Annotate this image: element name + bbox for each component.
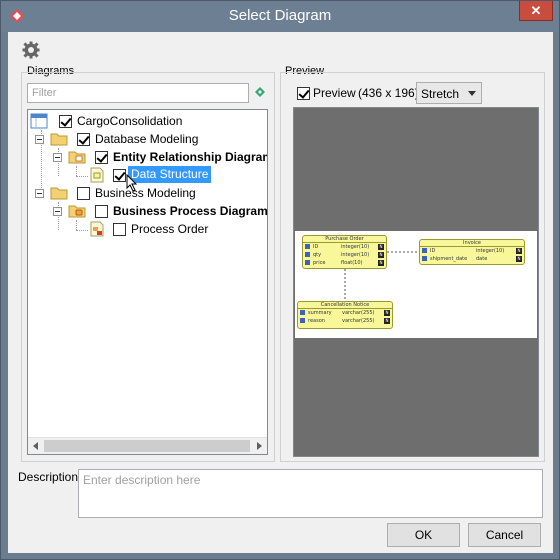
preview-area: Purchase Order ID integer(10) N qty integer… [293, 107, 539, 457]
scrollbar-thumb[interactable] [44, 440, 250, 452]
selection-highlight: Data Structure [128, 166, 212, 183]
collapse-toggle[interactable] [35, 189, 44, 198]
entity-cancellation-notice: Cancellation Notice summary varchar(255) N… [297, 301, 393, 329]
tree-item-erd-folder[interactable]: Entity Relationship Diagram [30, 148, 268, 166]
entity-name: Invoice [420, 240, 524, 247]
collapse-toggle[interactable] [53, 153, 62, 162]
entity-column: shipment_date date N [420, 255, 524, 263]
entity-column: ID integer(10) N [420, 247, 524, 255]
bpd-diagram-icon [90, 221, 104, 237]
not-null-icon: N [384, 310, 390, 316]
close-button[interactable]: ✕ [519, 1, 553, 21]
scroll-left-icon[interactable] [33, 442, 38, 450]
tree-item-label: Entity Relationship Diagram [113, 150, 268, 164]
checkbox[interactable] [95, 205, 108, 218]
not-null-icon: N [378, 244, 384, 250]
checkbox[interactable] [77, 133, 90, 146]
ok-button[interactable]: OK [387, 523, 460, 547]
tree-item-label: Process Order [131, 222, 209, 236]
collapse-toggle[interactable] [35, 135, 44, 144]
entity-name: Purchase Order [303, 236, 386, 243]
column-icon [422, 256, 427, 261]
tree-item-label: Database Modeling [95, 132, 199, 146]
entity-column: ID integer(10) N [303, 243, 386, 251]
entity-column: reason varchar(255) N [298, 317, 392, 325]
tree-item-business-modeling[interactable]: Business Modeling [30, 184, 266, 202]
checkbox[interactable] [77, 187, 90, 200]
diagram-preview-canvas: Purchase Order ID integer(10) N qty integer… [295, 231, 537, 338]
not-null-icon: N [378, 252, 384, 258]
erd-folder-icon [68, 151, 86, 164]
tree-item-cargo-consolidation[interactable]: CargoConsolidation [30, 112, 266, 130]
title-bar[interactable]: Select Diagram ✕ [1, 1, 559, 32]
tree-item-bpd-folder[interactable]: Business Process Diagram ( [30, 202, 268, 220]
checkbox[interactable] [113, 223, 126, 236]
preview-size: (436 x 196) [358, 86, 419, 100]
entity-column: summary varchar(255) N [298, 309, 392, 317]
tree-item-label: Data Structure [131, 167, 209, 181]
column-icon [305, 252, 310, 257]
project-icon [30, 113, 48, 129]
horizontal-scrollbar[interactable] [28, 437, 267, 454]
tree-item-process-order[interactable]: Process Order [30, 220, 266, 238]
collapse-toggle[interactable] [53, 207, 62, 216]
key-icon [422, 248, 427, 253]
entity-invoice: Invoice ID integer(10) N shipment_date date… [419, 239, 525, 265]
tree-item-database-modeling[interactable]: Database Modeling [30, 130, 266, 148]
entity-name: Cancellation Notice [298, 302, 392, 309]
column-icon [305, 260, 310, 265]
tree-item-label: CargoConsolidation [77, 114, 183, 128]
window-title: Select Diagram [228, 7, 332, 24]
select-diagram-window: Select Diagram ✕ Diagrams Filter CargoCo… [0, 0, 560, 560]
dialog-body: Diagrams CargoConsoli [8, 32, 553, 553]
preview-checkbox[interactable] [297, 87, 310, 100]
folder-icon [50, 133, 68, 146]
not-null-icon: N [378, 260, 384, 266]
diagram-tree[interactable]: CargoConsolidation Database Modeling Ent… [27, 109, 268, 455]
gear-icon[interactable] [22, 41, 40, 59]
filter-input[interactable] [27, 83, 249, 103]
erd-diagram-icon [90, 167, 104, 183]
not-null-icon: N [516, 256, 522, 262]
entity-purchase-order: Purchase Order ID integer(10) N qty integer… [302, 235, 387, 269]
cancel-button[interactable]: Cancel [468, 523, 541, 547]
checkbox[interactable] [95, 151, 108, 164]
entity-column: price float(10) N [303, 259, 386, 267]
preview-checkbox-label: Preview [313, 86, 356, 100]
key-icon [305, 244, 310, 249]
description-label: Description: [18, 470, 82, 484]
column-icon [300, 310, 305, 315]
description-field[interactable] [78, 469, 543, 518]
bpd-folder-icon [68, 205, 86, 218]
checkbox[interactable] [113, 169, 126, 182]
folder-icon [50, 187, 68, 200]
clear-filter-icon[interactable] [254, 86, 266, 98]
tree-item-label: Business Process Diagram ( [113, 204, 268, 218]
entity-column: qty integer(10) N [303, 251, 386, 259]
checkbox[interactable] [59, 115, 72, 128]
tree-item-data-structure[interactable]: Data Structure [30, 166, 266, 192]
chevron-down-icon [468, 91, 476, 96]
not-null-icon: N [516, 248, 522, 254]
not-null-icon: N [384, 318, 390, 324]
stretch-dropdown[interactable]: Stretch [416, 82, 482, 104]
dropdown-value: Stretch [421, 87, 460, 101]
key-icon [300, 318, 305, 323]
scroll-right-icon[interactable] [257, 442, 262, 450]
tree-item-label: Business Modeling [95, 186, 196, 200]
